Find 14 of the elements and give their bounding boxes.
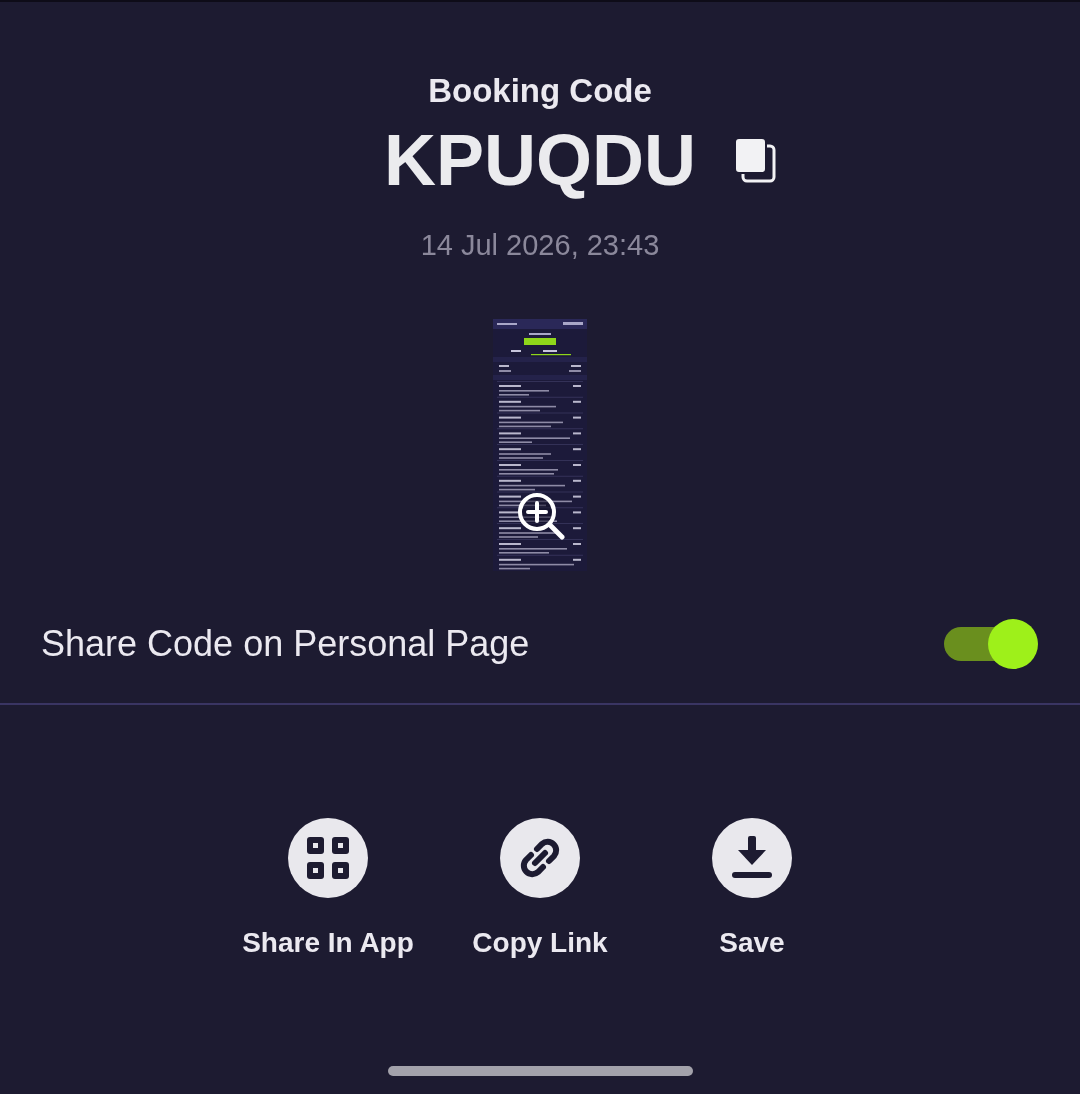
- toggle-label: Share Code on Personal Page: [41, 622, 530, 666]
- booking-title: Booking Code: [428, 71, 652, 111]
- grid-icon: [288, 818, 368, 898]
- copy-link-button[interactable]: Copy Link: [466, 818, 614, 960]
- booking-date: 14 Jul 2026, 23:43: [420, 228, 660, 263]
- save-button[interactable]: Save: [706, 818, 798, 960]
- booking-code: KPUQDU: [384, 120, 696, 200]
- download-icon: [712, 818, 792, 898]
- zoom-in-icon[interactable]: [517, 492, 565, 540]
- share-in-app-button[interactable]: Share In App: [236, 818, 420, 960]
- link-icon: [500, 818, 580, 898]
- toggle-switch[interactable]: [944, 619, 1038, 669]
- ticket-preview-drawing[interactable]: [493, 319, 587, 571]
- copy-icon[interactable]: [734, 137, 776, 183]
